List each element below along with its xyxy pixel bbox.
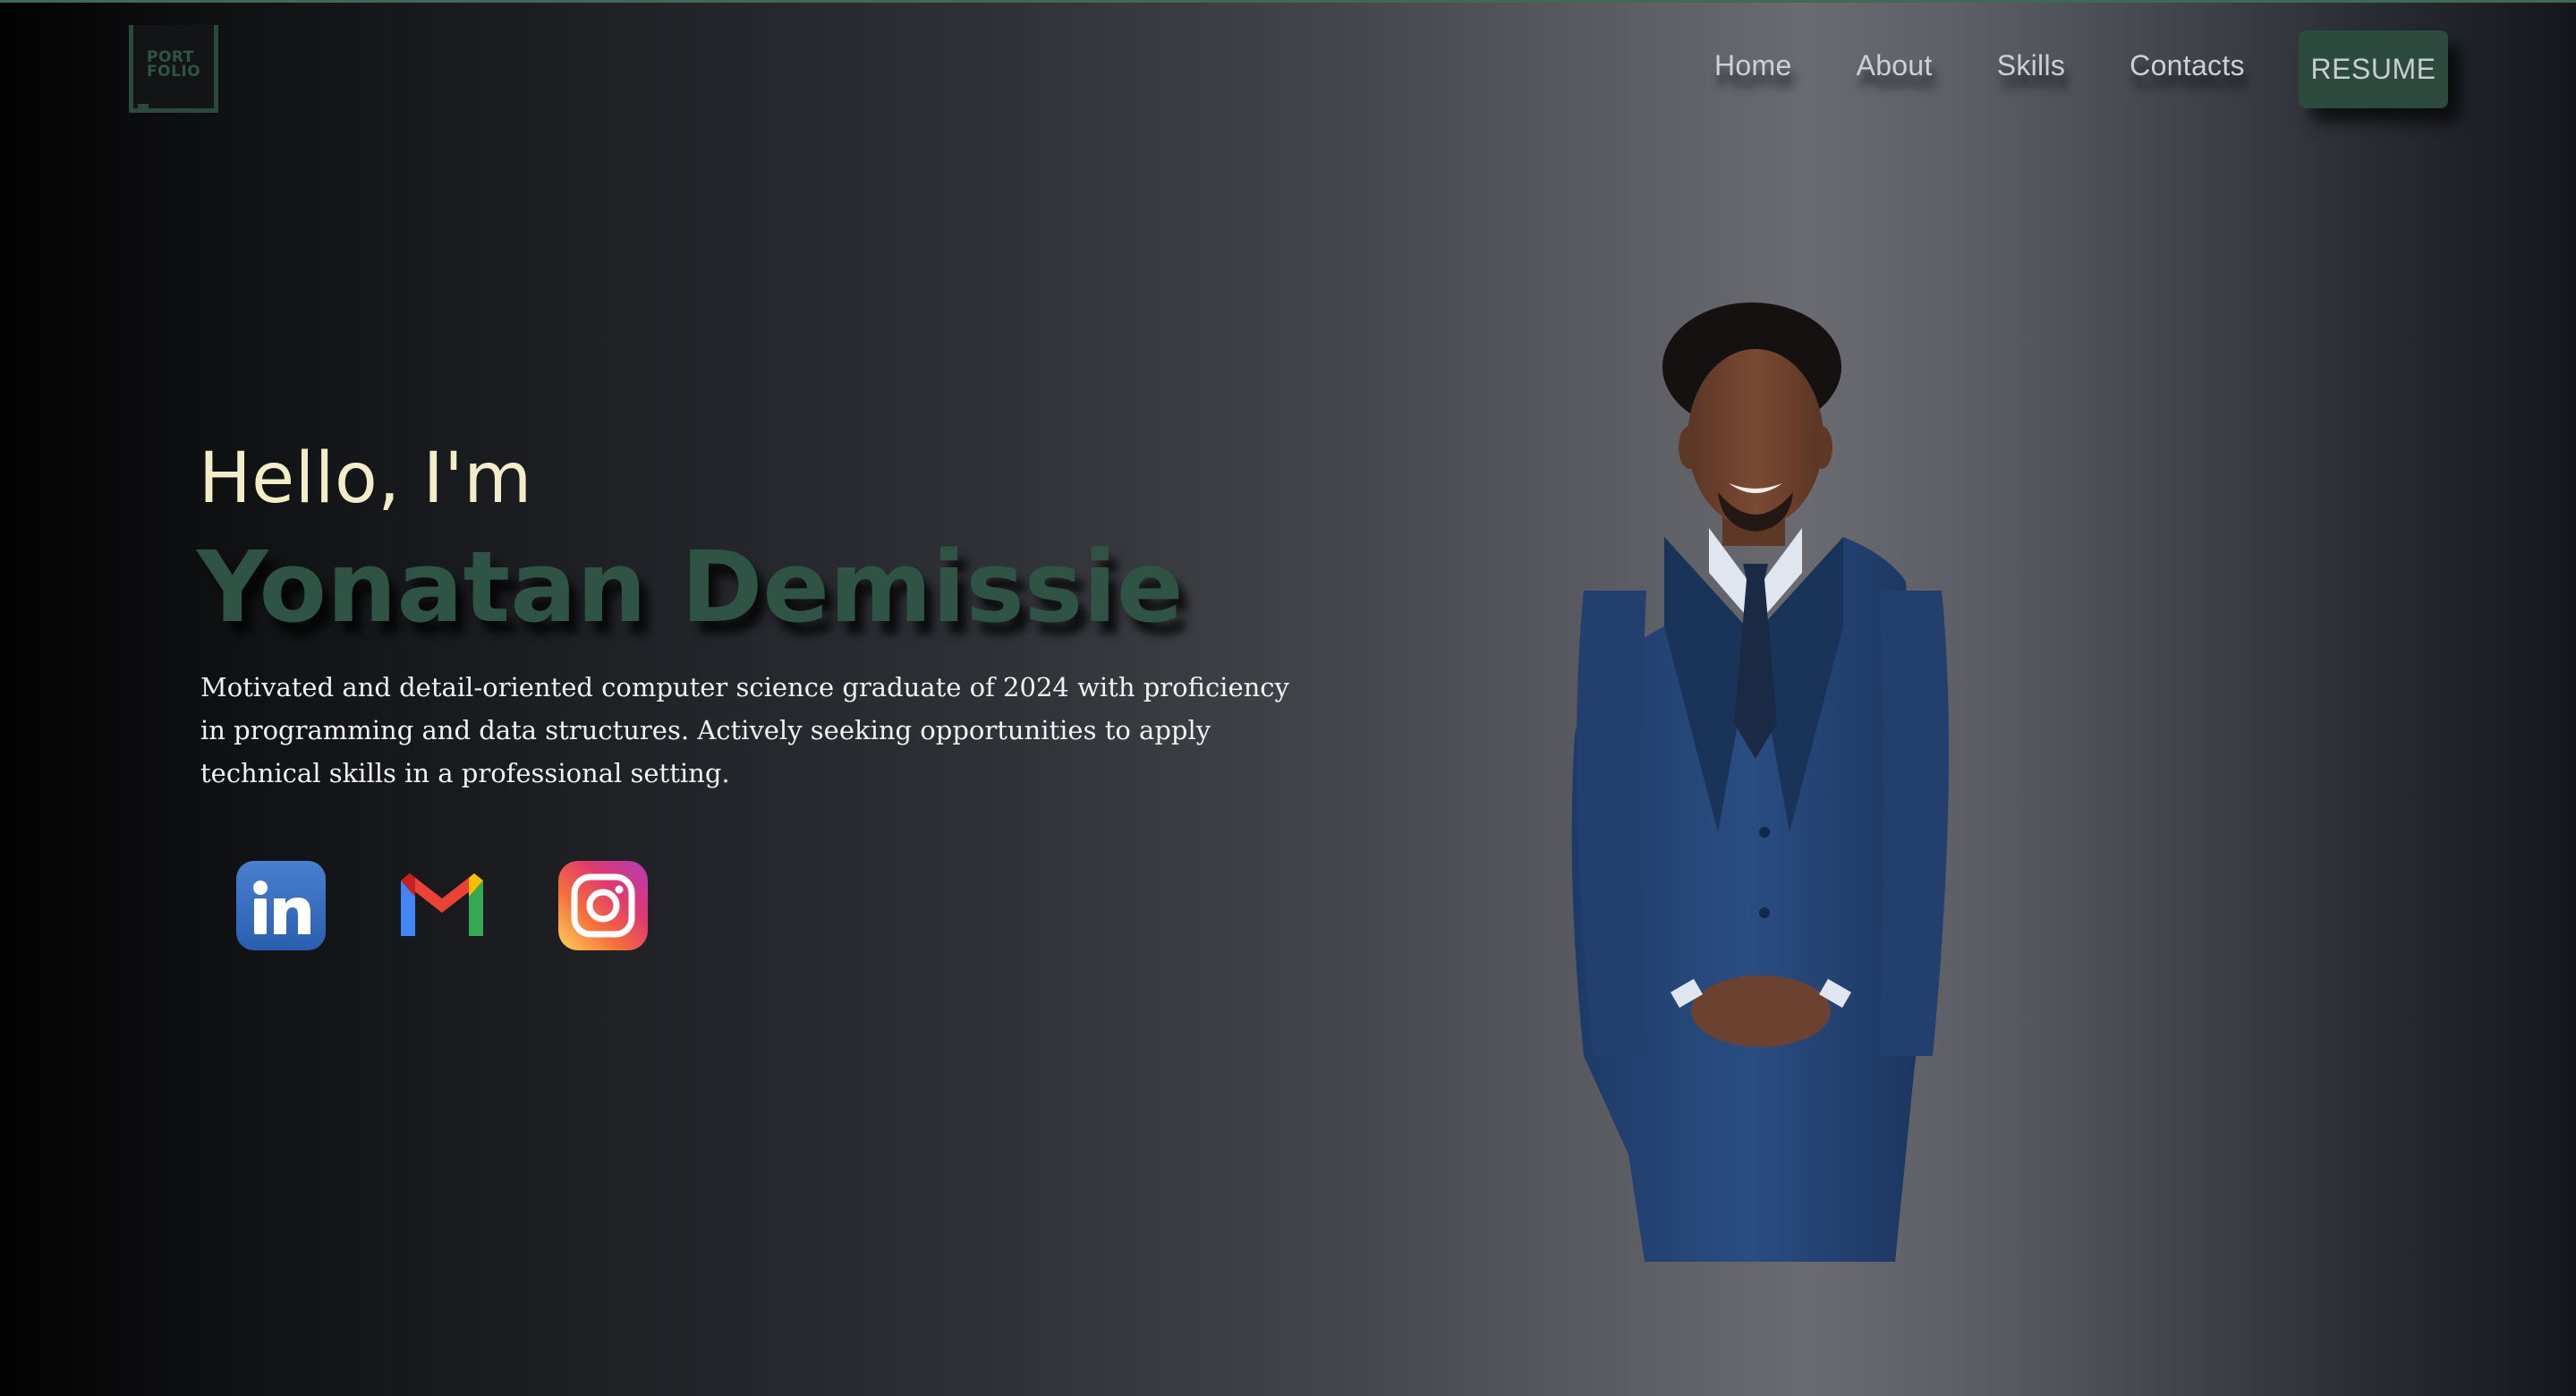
hero-name: Yonatan Demissie [197, 530, 1184, 644]
hero-greeting: Hello, I'm [199, 438, 532, 519]
linkedin-icon[interactable] [236, 861, 326, 950]
logo-line2: FOLIO [147, 63, 201, 81]
portfolio-logo[interactable]: PORT FOLIO [129, 25, 218, 113]
logo-foot [138, 104, 149, 111]
profile-photo [1557, 295, 1968, 1333]
nav-skills-link[interactable]: Skills [1997, 49, 2065, 82]
nav-about-link[interactable]: About [1857, 49, 1933, 82]
logo-frame-right [214, 25, 218, 52]
instagram-icon[interactable] [558, 861, 648, 950]
top-accent-line [0, 0, 2576, 3]
nav-contacts-link[interactable]: Contacts [2130, 49, 2245, 82]
main-nav: Home About Skills Contacts [1714, 49, 2309, 82]
logo-frame-left [129, 25, 133, 52]
logo-text: PORT FOLIO [147, 50, 201, 81]
nav-home-link[interactable]: Home [1714, 49, 1792, 82]
hero-description: Motivated and detail-oriented computer s… [200, 672, 1289, 788]
resume-button[interactable]: RESUME [2299, 30, 2448, 108]
gmail-icon[interactable] [397, 861, 487, 950]
